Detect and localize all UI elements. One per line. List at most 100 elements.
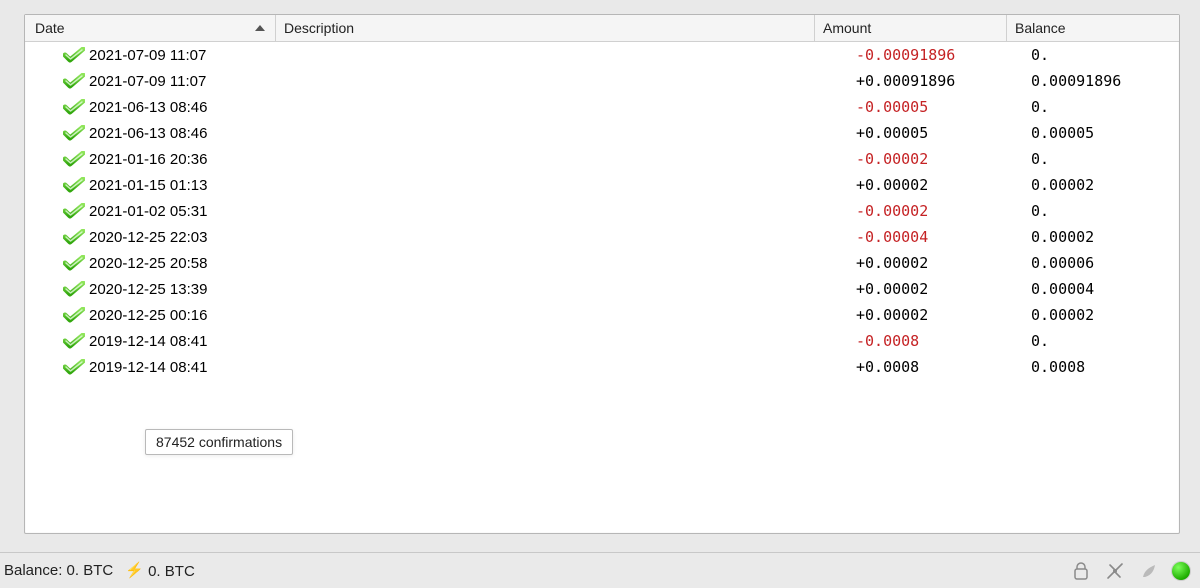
cell-amount: -0.0008 <box>848 332 1023 350</box>
date-text: 2021-06-13 08:46 <box>89 125 207 142</box>
confirmed-check-icon <box>63 307 83 323</box>
cell-balance: 0.00002 <box>1023 306 1179 324</box>
table-row[interactable]: 2021-06-13 08:46 -0.000050. <box>25 94 1179 120</box>
table-row[interactable]: 2020-12-25 22:03 -0.000040.00002 <box>25 224 1179 250</box>
confirmed-check-icon <box>63 125 83 141</box>
cell-date: 2021-06-13 08:46 <box>25 99 257 116</box>
table-row[interactable]: 2021-01-02 05:31 -0.000020. <box>25 198 1179 224</box>
table-row[interactable]: 2020-12-25 20:58 +0.000020.00006 <box>25 250 1179 276</box>
cell-amount: -0.00005 <box>848 98 1023 116</box>
cell-amount: -0.00002 <box>848 150 1023 168</box>
column-header-date-label: Date <box>35 20 65 36</box>
cell-amount: -0.00004 <box>848 228 1023 246</box>
cell-amount: +0.00091896 <box>848 72 1023 90</box>
date-text: 2020-12-25 22:03 <box>89 229 207 246</box>
confirmed-check-icon <box>63 255 83 271</box>
table-row[interactable]: 2020-12-25 00:16 +0.000020.00002 <box>25 302 1179 328</box>
cell-date: 2019-12-14 08:41 <box>25 359 257 376</box>
cell-balance: 0.00005 <box>1023 124 1179 142</box>
cell-balance: 0. <box>1023 150 1179 168</box>
cell-amount: +0.00002 <box>848 254 1023 272</box>
lock-icon[interactable] <box>1070 560 1092 582</box>
cell-balance: 0.00004 <box>1023 280 1179 298</box>
confirmations-tooltip: 87452 confirmations <box>145 429 293 455</box>
date-text: 2021-01-16 20:36 <box>89 151 207 168</box>
cell-balance: 0.00002 <box>1023 176 1179 194</box>
date-text: 2021-07-09 11:07 <box>89 47 206 64</box>
history-panel: Date Description Amount Balance 2021-07-… <box>24 14 1180 534</box>
lightning-icon: ⚡ <box>125 561 144 579</box>
cell-balance: 0. <box>1023 202 1179 220</box>
column-header-balance-label: Balance <box>1015 20 1066 36</box>
column-header-balance[interactable]: Balance <box>1007 15 1179 41</box>
confirmations-tooltip-text: 87452 confirmations <box>156 434 282 450</box>
status-icons <box>1070 560 1190 582</box>
balance-label: Balance: <box>4 562 62 579</box>
confirmed-check-icon <box>63 151 83 167</box>
balance-value: 0. BTC <box>67 562 114 579</box>
cell-date: 2021-06-13 08:46 <box>25 125 257 142</box>
status-text: Balance: 0. BTC ⚡ 0. BTC <box>4 562 195 580</box>
cell-amount: +0.00002 <box>848 280 1023 298</box>
table-row[interactable]: 2021-06-13 08:46 +0.000050.00005 <box>25 120 1179 146</box>
column-header-amount[interactable]: Amount <box>815 15 1007 41</box>
sort-asc-icon <box>255 25 265 31</box>
table-row[interactable]: 2019-12-14 08:41 +0.00080.0008 <box>25 354 1179 380</box>
column-header-amount-label: Amount <box>823 20 871 36</box>
confirmed-check-icon <box>63 47 83 63</box>
column-header-description[interactable]: Description <box>276 15 815 41</box>
date-text: 2019-12-14 08:41 <box>89 333 207 350</box>
cell-amount: +0.00002 <box>848 306 1023 324</box>
cell-balance: 0.00002 <box>1023 228 1179 246</box>
cell-date: 2021-01-16 20:36 <box>25 151 257 168</box>
date-text: 2021-06-13 08:46 <box>89 99 207 116</box>
table-row[interactable]: 2020-12-25 13:39 +0.000020.00004 <box>25 276 1179 302</box>
cell-date: 2020-12-25 20:58 <box>25 255 257 272</box>
cell-date: 2021-07-09 11:07 <box>25 47 257 64</box>
cell-date: 2020-12-25 00:16 <box>25 307 257 324</box>
table-row[interactable]: 2021-07-09 11:07 +0.000918960.00091896 <box>25 68 1179 94</box>
cell-balance: 0. <box>1023 46 1179 64</box>
table-row[interactable]: 2021-01-16 20:36 -0.000020. <box>25 146 1179 172</box>
cell-amount: +0.00005 <box>848 124 1023 142</box>
confirmed-check-icon <box>63 177 83 193</box>
date-text: 2020-12-25 13:39 <box>89 281 207 298</box>
cell-balance: 0.00091896 <box>1023 72 1179 90</box>
date-text: 2020-12-25 20:58 <box>89 255 207 272</box>
table-row[interactable]: 2021-07-09 11:07-0.000918960. <box>25 42 1179 68</box>
date-text: 2020-12-25 00:16 <box>89 307 207 324</box>
confirmed-check-icon <box>63 203 83 219</box>
cell-balance: 0.00006 <box>1023 254 1179 272</box>
cell-balance: 0. <box>1023 332 1179 350</box>
confirmed-check-icon <box>63 281 83 297</box>
cell-amount: +0.00002 <box>848 176 1023 194</box>
confirmed-check-icon <box>63 333 83 349</box>
confirmed-check-icon <box>63 99 83 115</box>
confirmed-check-icon <box>63 359 83 375</box>
tools-icon[interactable] <box>1104 560 1126 582</box>
date-text: 2021-01-02 05:31 <box>89 203 207 220</box>
seed-icon[interactable] <box>1138 560 1160 582</box>
table-header: Date Description Amount Balance <box>25 15 1179 42</box>
date-text: 2019-12-14 08:41 <box>89 359 207 376</box>
cell-balance: 0.0008 <box>1023 358 1179 376</box>
status-bar: Balance: 0. BTC ⚡ 0. BTC <box>0 552 1200 588</box>
network-status-icon[interactable] <box>1172 562 1190 580</box>
cell-amount: +0.0008 <box>848 358 1023 376</box>
date-text: 2021-01-15 01:13 <box>89 177 207 194</box>
cell-date: 2020-12-25 13:39 <box>25 281 257 298</box>
confirmed-check-icon <box>63 229 83 245</box>
cell-date: 2021-01-15 01:13 <box>25 177 257 194</box>
column-header-date[interactable]: Date <box>25 15 276 41</box>
cell-date: 2021-01-02 05:31 <box>25 203 257 220</box>
table-row[interactable]: 2019-12-14 08:41 -0.00080. <box>25 328 1179 354</box>
cell-balance: 0. <box>1023 98 1179 116</box>
date-text: 2021-07-09 11:07 <box>89 73 206 90</box>
cell-amount: -0.00002 <box>848 202 1023 220</box>
lightning-balance-value: 0. BTC <box>148 563 195 580</box>
cell-date: 2020-12-25 22:03 <box>25 229 257 246</box>
transaction-list: 2021-07-09 11:07-0.000918960. 2021-07-09… <box>25 42 1179 380</box>
column-header-description-label: Description <box>284 20 354 36</box>
cell-date: 2019-12-14 08:41 <box>25 333 257 350</box>
table-row[interactable]: 2021-01-15 01:13 +0.000020.00002 <box>25 172 1179 198</box>
